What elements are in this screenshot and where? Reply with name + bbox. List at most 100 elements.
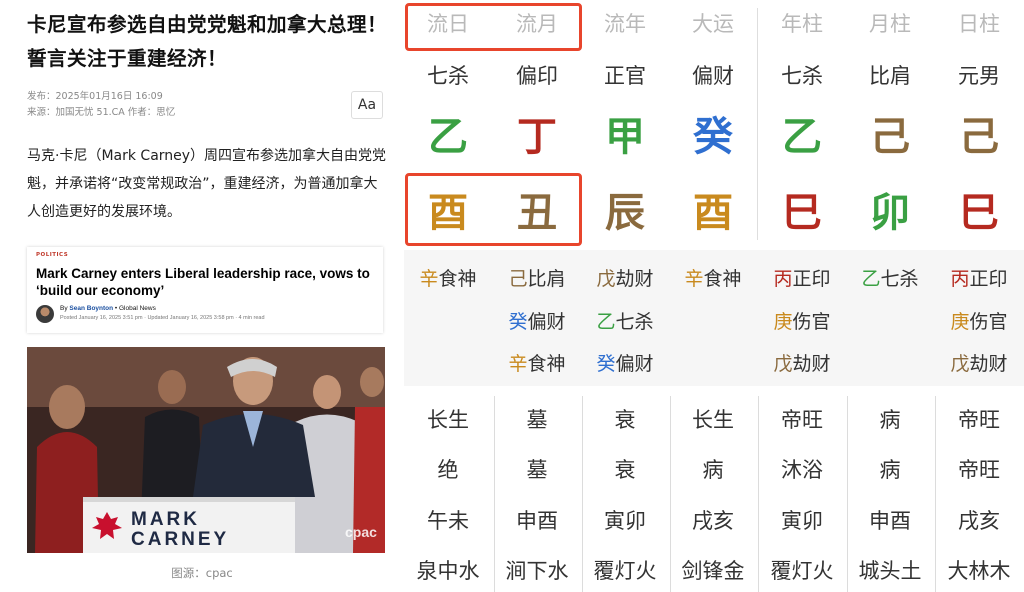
- hidden-stem-char: 乙: [596, 311, 616, 333]
- ten-god-label: 偏印: [516, 64, 558, 88]
- hidden-stem-entry: 庚伤官: [935, 307, 1023, 334]
- hidden-stem-ten-god: 食神: [438, 268, 477, 290]
- self-sitting-stage: 衰: [614, 458, 636, 482]
- hidden-stem-ten-god: 偏财: [615, 353, 654, 375]
- nayin-element: 泉中水: [416, 559, 480, 583]
- self-sitting-stage: 绝: [437, 458, 459, 482]
- heavenly-stem: 乙: [782, 114, 822, 160]
- sign-text-carney: CARNEY: [131, 529, 229, 550]
- hidden-stem-char: 乙: [861, 268, 881, 290]
- heavenly-stem: 己: [870, 114, 910, 160]
- self-sitting-stage: 病: [879, 458, 901, 482]
- life-stage: 长生: [427, 408, 469, 432]
- hidden-stem-ten-god: 正印: [969, 268, 1008, 290]
- hidden-stem-entry: 辛食神: [404, 264, 492, 291]
- hidden-stem-char: 癸: [596, 353, 616, 375]
- hidden-stem-char: 戊: [596, 268, 616, 290]
- nayin-element: 大林木: [947, 559, 1011, 583]
- photo-caption: 图源：cpac: [171, 566, 233, 580]
- hidden-stem-entry: 辛食神: [493, 349, 581, 376]
- earthly-branch: 巳: [959, 190, 999, 236]
- ten-god-label: 正官: [604, 64, 646, 88]
- void-branches: 戌亥: [692, 509, 734, 533]
- heavenly-stem: 乙: [428, 114, 468, 160]
- void-branches: 午未: [427, 509, 469, 533]
- hidden-stem-char: 戊: [773, 353, 793, 375]
- author-avatar: [36, 305, 54, 323]
- hidden-stem-char: 癸: [508, 311, 528, 333]
- hidden-stem-char: 辛: [684, 268, 704, 290]
- hidden-stem-entry: 丙正印: [935, 264, 1023, 291]
- hidden-stem-entry: 辛食神: [669, 264, 757, 291]
- hidden-stem-char: 丙: [950, 268, 970, 290]
- cpac-watermark: cpac: [345, 524, 377, 540]
- article-meta: 发布：2025年01月16日 16:09 来源：加国无忧 51.CA 作者：思忆: [27, 89, 175, 121]
- hidden-stem-ten-god: 伤官: [792, 311, 831, 333]
- press-conference-image: MARK CARNEY cpac: [27, 347, 385, 553]
- self-sitting-stage: 帝旺: [958, 458, 1000, 482]
- embedded-news-card[interactable]: POLITICS Mark Carney enters Liberal lead…: [27, 247, 383, 333]
- hidden-stem-ten-god: 劫财: [969, 353, 1008, 375]
- nayin-element: 剑锋金: [681, 559, 745, 583]
- hidden-stem-entry: 戊劫财: [935, 349, 1023, 376]
- earthly-branch: 卯: [870, 190, 910, 236]
- source-author: 来源：加国无忧 51.CA 作者：思忆: [27, 107, 176, 118]
- hidden-stem-ten-god: 伤官: [969, 311, 1008, 333]
- card-category-tag: POLITICS: [36, 252, 69, 258]
- life-stage: 病: [879, 408, 901, 432]
- nayin-element: 城头土: [858, 559, 922, 583]
- self-sitting-stage: 病: [702, 458, 724, 482]
- article-headline: 卡尼宣布参选自由党党魁和加拿大总理！誓言关注于重建经济！: [27, 13, 388, 70]
- hidden-stem-ten-god: 正印: [792, 268, 831, 290]
- ten-god-label: 七杀: [781, 64, 823, 88]
- hidden-stem-ten-god: 食神: [703, 268, 742, 290]
- highlight-box-branches: [405, 173, 582, 246]
- hidden-stem-entry: 庚伤官: [758, 307, 846, 334]
- hidden-stem-ten-god: 比肩: [527, 268, 566, 290]
- hidden-stem-char: 己: [508, 268, 528, 290]
- pillar-header: 月柱: [869, 12, 911, 36]
- card-author[interactable]: Sean Boynton: [69, 305, 113, 312]
- void-branches: 寅卯: [781, 509, 823, 533]
- card-title[interactable]: Mark Carney enters Liberal leadership ra…: [36, 265, 378, 299]
- nayin-element: 涧下水: [505, 559, 569, 583]
- publish-date: 发布：2025年01月16日 16:09: [27, 91, 163, 102]
- font-size-button[interactable]: Aa: [351, 91, 383, 119]
- hidden-stem-ten-god: 七杀: [615, 311, 654, 333]
- earthly-branch: 辰: [605, 190, 645, 236]
- news-photo: MARK CARNEY cpac: [27, 347, 385, 553]
- hidden-stem-entry: 癸偏财: [493, 307, 581, 334]
- sign-text-mark: MARK: [131, 509, 200, 530]
- hidden-stem-entry: 己比肩: [493, 264, 581, 291]
- self-sitting-stage: 沐浴: [781, 458, 823, 482]
- heavenly-stem: 甲: [605, 114, 645, 160]
- hidden-stem-entry: 乙七杀: [846, 264, 934, 291]
- hidden-stem-entry: 癸偏财: [581, 349, 669, 376]
- self-sitting-stage: 墓: [526, 458, 548, 482]
- hidden-stem-ten-god: 偏财: [527, 311, 566, 333]
- hidden-stem-ten-god: 劫财: [615, 268, 654, 290]
- nayin-element: 覆灯火: [770, 559, 834, 583]
- hidden-stem-entry: 丙正印: [758, 264, 846, 291]
- ten-god-label: 比肩: [869, 64, 911, 88]
- heavenly-stem: 丁: [517, 114, 557, 160]
- life-stage: 长生: [692, 408, 734, 432]
- earthly-branch: 巳: [782, 190, 822, 236]
- hidden-stem-ten-god: 劫财: [792, 353, 831, 375]
- life-stage: 帝旺: [781, 408, 823, 432]
- pillar-header: 年柱: [781, 12, 823, 36]
- ten-god-label: 偏财: [692, 64, 734, 88]
- pillar-header: 大运: [692, 12, 734, 36]
- hidden-stem-char: 辛: [508, 353, 528, 375]
- life-stage: 衰: [614, 408, 636, 432]
- article-panel: 卡尼宣布参选自由党党魁和加拿大总理！誓言关注于重建经济！ 发布：2025年01月…: [0, 0, 404, 592]
- void-branches: 申酉: [869, 509, 911, 533]
- hidden-stem-char: 庚: [773, 311, 793, 333]
- hidden-stem-char: 戊: [950, 353, 970, 375]
- hidden-stem-entry: 乙七杀: [581, 307, 669, 334]
- void-branches: 寅卯: [604, 509, 646, 533]
- ten-god-label: 元男: [958, 64, 1000, 88]
- hidden-stem-ten-god: 七杀: [880, 268, 919, 290]
- nayin-element: 覆灯火: [593, 559, 657, 583]
- void-branches: 申酉: [516, 509, 558, 533]
